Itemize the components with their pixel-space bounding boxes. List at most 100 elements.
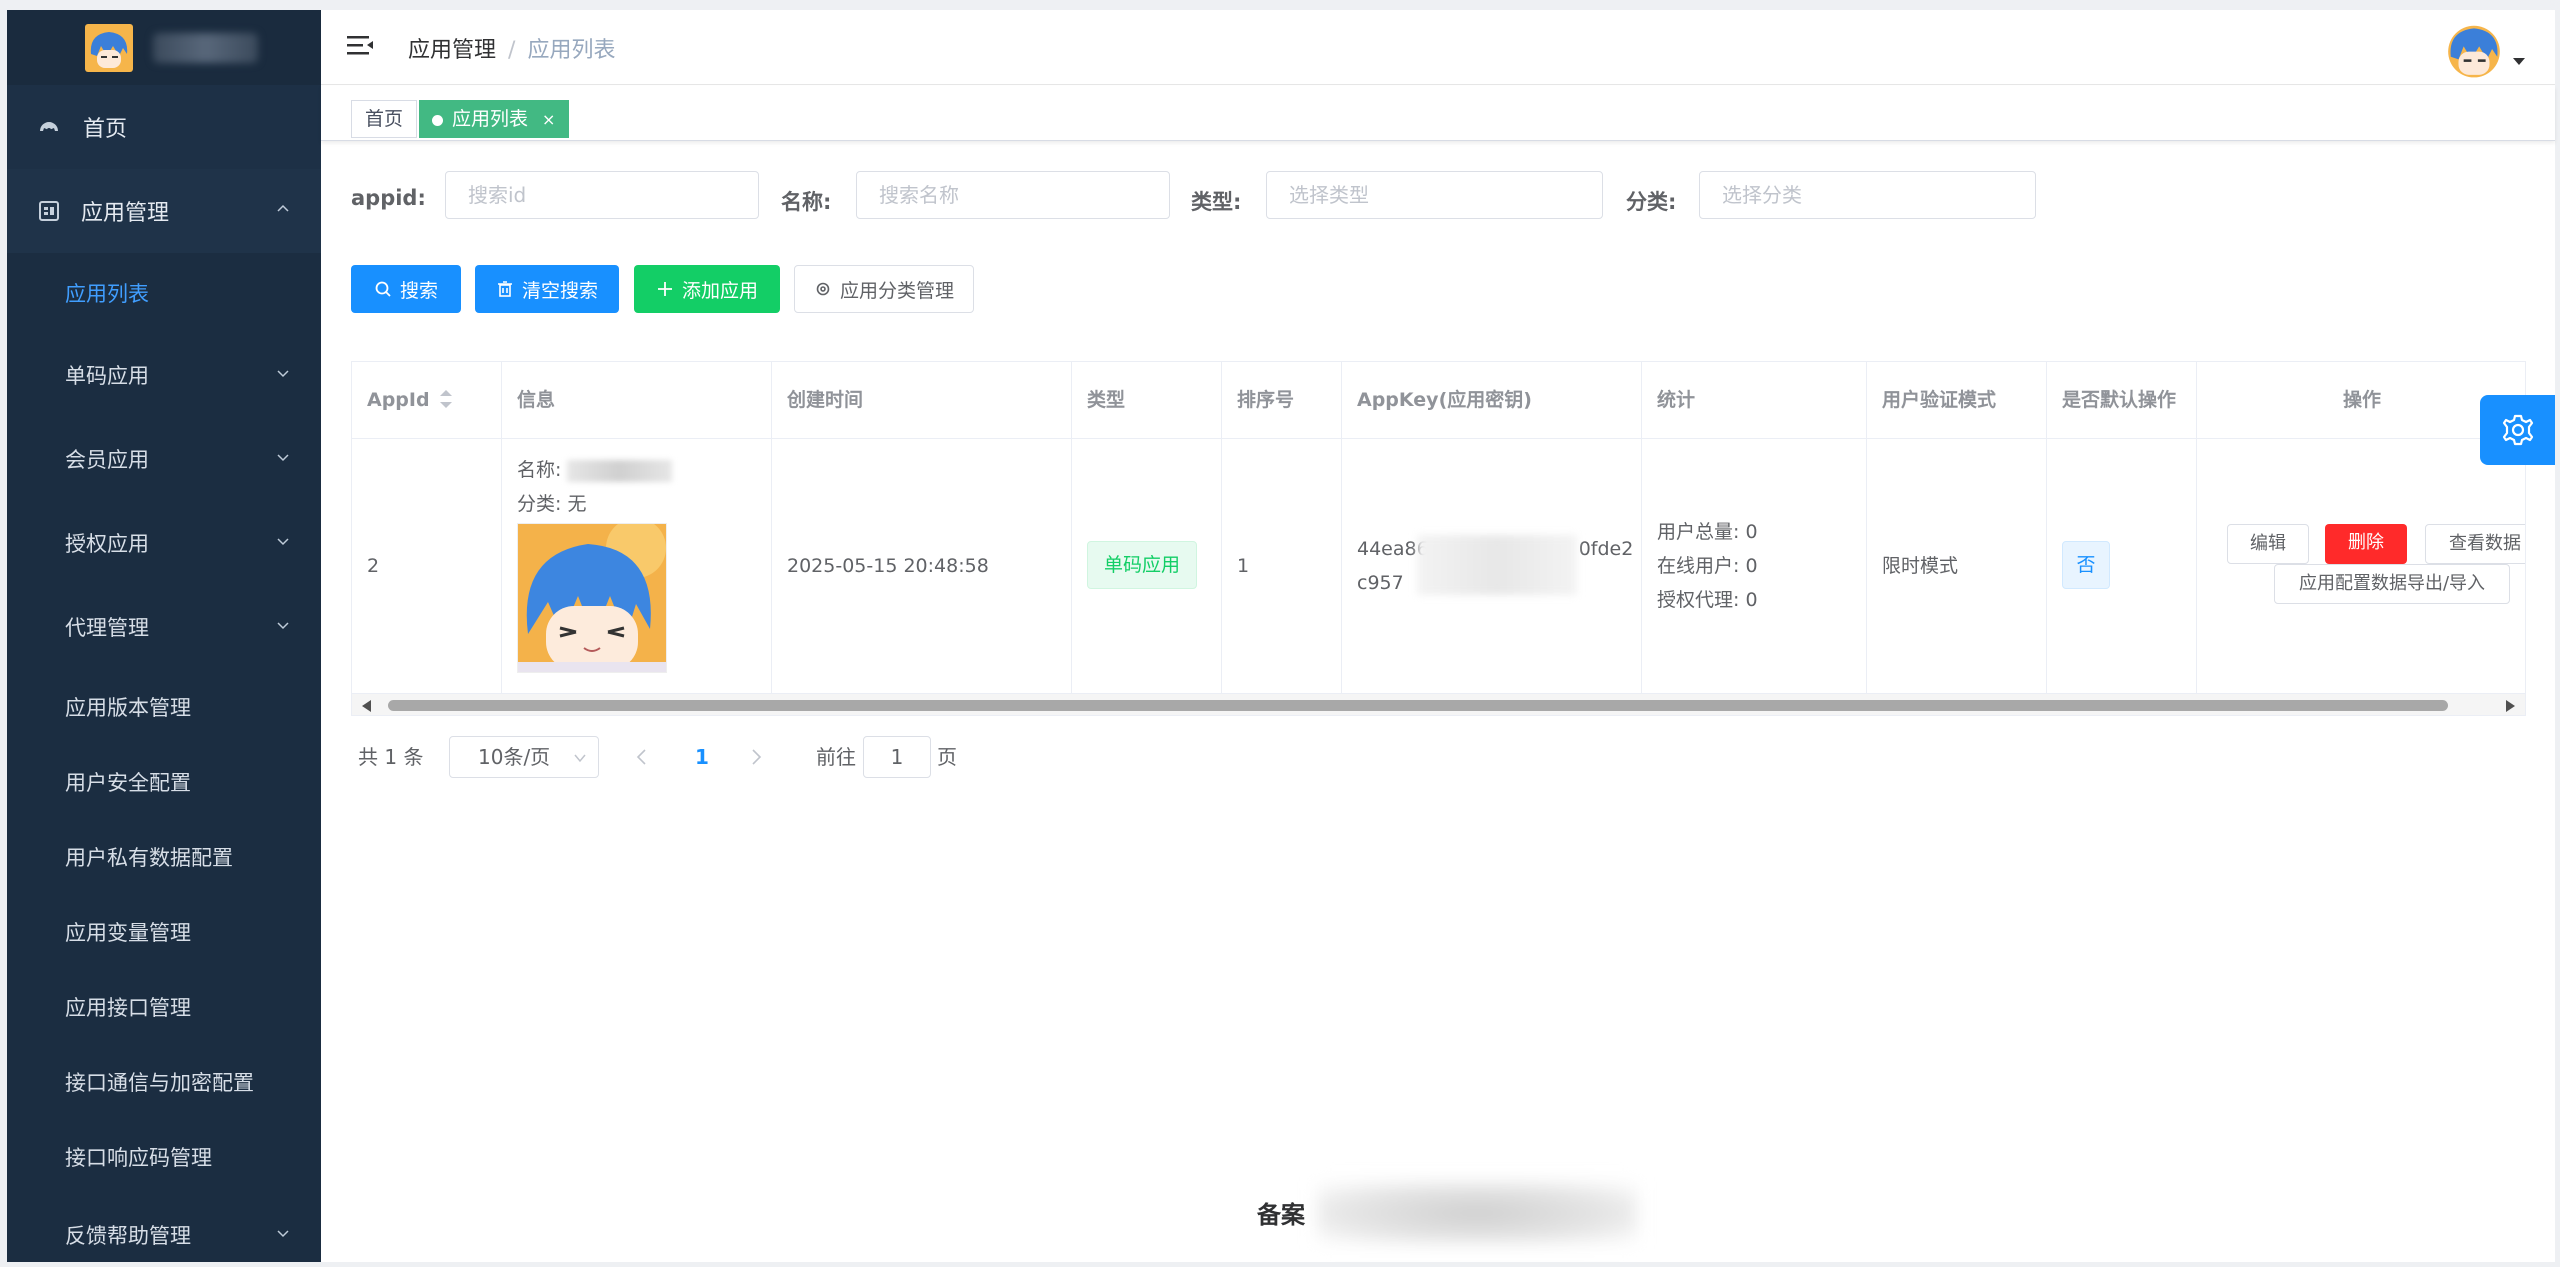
column-header-info: 信息 — [502, 362, 772, 439]
type-tag: 单码应用 — [1087, 541, 1198, 589]
goto-page-input[interactable]: 1 — [863, 736, 931, 778]
column-header-order: 排序号 — [1222, 362, 1342, 439]
add-app-button[interactable]: 添加应用 — [634, 265, 780, 313]
sidebar-item-home[interactable]: 首页 — [7, 85, 321, 169]
default-tag: 否 — [2062, 541, 2110, 589]
goto-suffix: 页 — [937, 745, 957, 769]
chevron-down-icon — [277, 622, 289, 630]
stat-online: 在线用户: 0 — [1657, 555, 1758, 577]
cell-created: 2025-05-15 20:48:58 — [772, 439, 1072, 693]
appkey-redaction — [1417, 535, 1577, 595]
breadcrumb-item[interactable]: 应用管理 — [408, 38, 496, 63]
trash-icon — [497, 281, 512, 297]
sidebar-item-single-code[interactable]: 单码应用 — [7, 333, 321, 417]
tag-app-list[interactable]: 应用列表 × — [419, 100, 570, 138]
app-grid-icon — [39, 201, 59, 221]
sidebar-item-encryption[interactable]: 接口通信与加密配置 — [7, 1044, 321, 1119]
menu-fold-icon[interactable] — [347, 34, 373, 58]
user-avatar[interactable] — [2443, 18, 2505, 80]
brand — [7, 10, 321, 85]
sidebar-item-security[interactable]: 用户安全配置 — [7, 744, 321, 819]
brand-logo — [85, 23, 133, 72]
breadcrumb: 应用管理 / 应用列表 — [408, 32, 615, 64]
chevron-up-icon — [277, 204, 289, 212]
cell-appid: 2 — [352, 439, 502, 693]
chevron-down-icon — [277, 370, 289, 378]
sidebar-item-label: 接口响应码管理 — [65, 1145, 212, 1170]
edit-button[interactable]: 编辑 — [2227, 524, 2309, 564]
sidebar-item-private-data[interactable]: 用户私有数据配置 — [7, 819, 321, 894]
stat-total: 用户总量: 0 — [1657, 521, 1758, 543]
sidebar-item-license[interactable]: 授权应用 — [7, 501, 321, 585]
page-size-value: 10条/页 — [478, 745, 551, 769]
breadcrumb-current: 应用列表 — [527, 38, 616, 63]
scroll-left-icon[interactable] — [362, 700, 371, 712]
tags-view: 首页 应用列表 × — [321, 86, 2555, 141]
sidebar-item-label: 应用版本管理 — [65, 695, 191, 720]
sort-icon[interactable] — [439, 389, 452, 408]
sidebar-item-variables[interactable]: 应用变量管理 — [7, 894, 321, 969]
brand-name-redacted — [153, 32, 258, 63]
view-data-button[interactable]: 查看数据 — [2425, 524, 2525, 564]
prev-page-icon[interactable] — [635, 748, 649, 766]
sidebar-group-app-management[interactable]: 应用管理 — [7, 169, 321, 253]
sidebar-item-version[interactable]: 应用版本管理 — [7, 669, 321, 744]
sidebar-submenu: 应用列表 单码应用 会员应用 授权应用 代理管理 应用版本管理 用户安全配置 用… — [7, 253, 321, 1262]
button-label: 清空搜索 — [521, 279, 598, 302]
page-number-current[interactable]: 1 — [695, 736, 709, 778]
sidebar-item-label: 代理管理 — [65, 616, 149, 640]
dashboard-icon — [40, 122, 58, 132]
appkey-suffix: 0fde2 — [1578, 538, 1634, 560]
sidebar-item-response-codes[interactable]: 接口响应码管理 — [7, 1119, 321, 1194]
search-icon — [375, 281, 391, 297]
chevron-down-icon — [277, 538, 289, 546]
sidebar-item-app-list[interactable]: 应用列表 — [7, 253, 321, 333]
tag-home[interactable]: 首页 — [351, 100, 418, 138]
top-bar: 应用管理 / 应用列表 — [321, 10, 2555, 85]
cell-info: 名称: 分类: 无 — [502, 439, 772, 693]
type-select[interactable]: 选择类型 — [1266, 171, 1603, 219]
sidebar-item-feedback[interactable]: 反馈帮助管理 — [7, 1194, 321, 1262]
sidebar-item-api[interactable]: 应用接口管理 — [7, 969, 321, 1044]
caret-down-icon[interactable] — [2513, 58, 2525, 65]
footer-record-label: 备案 — [1257, 1201, 1305, 1229]
name-search-input[interactable]: 搜索名称 — [856, 171, 1170, 219]
chevron-down-icon — [574, 754, 586, 763]
sidebar-group-label: 应用管理 — [81, 201, 170, 226]
column-header-appid[interactable]: AppId — [352, 362, 502, 439]
export-import-button[interactable]: 应用配置数据导出/导入 — [2274, 564, 2510, 604]
scrollbar-thumb[interactable] — [388, 700, 2448, 711]
sidebar-item-agent[interactable]: 代理管理 — [7, 585, 321, 669]
cell-default: 否 — [2047, 439, 2197, 693]
cell-type: 单码应用 — [1072, 439, 1222, 693]
clear-search-button[interactable]: 清空搜索 — [475, 265, 619, 313]
cell-verify-mode: 限时模式 — [1867, 439, 2047, 693]
stat-agent: 授权代理: 0 — [1657, 589, 1758, 611]
appid-search-input[interactable]: 搜索id — [445, 171, 759, 219]
main-content: appid: 搜索id 名称: 搜索名称 类型: 选择类型 分类: 选择分类 搜… — [321, 141, 2555, 1262]
page-size-select[interactable]: 10条/页 — [449, 736, 599, 778]
gear-icon — [816, 282, 830, 296]
category-management-button[interactable]: 应用分类管理 — [794, 265, 974, 313]
delete-button[interactable]: 删除 — [2325, 524, 2407, 564]
horizontal-scrollbar[interactable] — [352, 693, 2525, 715]
settings-float-button[interactable] — [2480, 395, 2555, 465]
sidebar-item-label: 应用变量管理 — [65, 920, 191, 945]
chevron-down-icon — [277, 1230, 289, 1238]
sidebar-item-label: 会员应用 — [65, 448, 149, 472]
column-header-default: 是否默认操作 — [2047, 362, 2197, 439]
scroll-right-icon[interactable] — [2506, 700, 2515, 712]
sidebar-item-label: 应用列表 — [65, 282, 149, 306]
tag-label: 首页 — [365, 108, 404, 130]
category-select[interactable]: 选择分类 — [1699, 171, 2036, 219]
app-name-redacted — [567, 459, 673, 482]
type-label: 类型: — [1191, 190, 1242, 214]
footer-redaction — [1317, 1182, 1637, 1244]
button-label: 应用分类管理 — [839, 279, 954, 302]
sidebar-item-member[interactable]: 会员应用 — [7, 417, 321, 501]
next-page-icon[interactable] — [749, 748, 763, 766]
search-button[interactable]: 搜索 — [351, 265, 461, 313]
cell-appkey: 44ea86 0fde2 c957 — [1342, 439, 1642, 693]
plus-icon — [657, 282, 672, 296]
close-icon[interactable]: × — [542, 110, 555, 129]
